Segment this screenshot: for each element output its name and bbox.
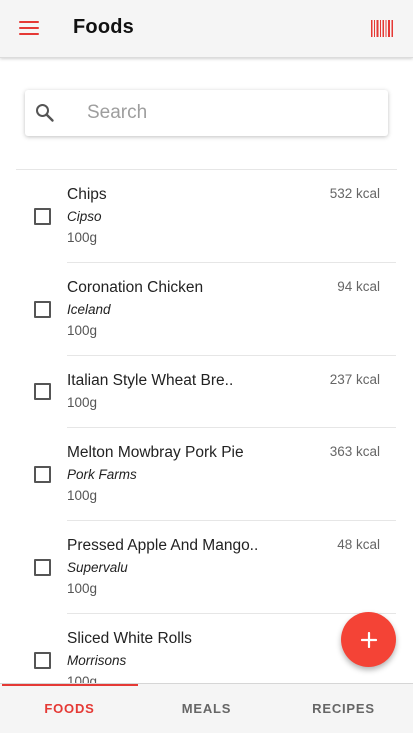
item-quantity: 100g bbox=[67, 395, 98, 410]
item-checkbox[interactable] bbox=[34, 652, 51, 669]
item-name: Melton Mowbray Pork Pie bbox=[67, 444, 244, 461]
item-calories: 237 kcal bbox=[329, 372, 380, 387]
app-bar: Foods bbox=[0, 0, 413, 58]
list-item[interactable]: Pressed Apple And Mango.. Supervalu 100g… bbox=[0, 521, 413, 614]
item-checkbox[interactable] bbox=[34, 208, 51, 225]
tab-recipes[interactable]: RECIPES bbox=[275, 684, 412, 733]
item-calories: 94 kcal bbox=[337, 279, 380, 294]
item-quantity: 100g bbox=[67, 230, 98, 245]
menu-icon[interactable] bbox=[19, 21, 39, 36]
list-item[interactable]: Italian Style Wheat Bre.. 100g 237 kcal bbox=[0, 356, 413, 428]
item-checkbox[interactable] bbox=[34, 466, 51, 483]
food-list: Chips Cipso 100g 532 kcal Coronation Chi… bbox=[0, 170, 413, 683]
item-quantity: 100g bbox=[67, 488, 98, 503]
item-checkbox[interactable] bbox=[34, 301, 51, 318]
item-brand: Iceland bbox=[67, 302, 111, 317]
item-name: Italian Style Wheat Bre.. bbox=[67, 372, 234, 389]
item-name: Coronation Chicken bbox=[67, 279, 204, 296]
item-brand: Morrisons bbox=[67, 653, 127, 668]
item-quantity: 100g bbox=[67, 323, 98, 338]
item-checkbox[interactable] bbox=[34, 383, 51, 400]
item-checkbox[interactable] bbox=[34, 559, 51, 576]
list-item[interactable]: Melton Mowbray Pork Pie Pork Farms 100g … bbox=[0, 428, 413, 521]
item-quantity: 100g bbox=[67, 581, 98, 596]
page-title: Foods bbox=[73, 16, 134, 38]
list-item[interactable]: Chips Cipso 100g 532 kcal bbox=[0, 170, 413, 263]
item-brand: Pork Farms bbox=[67, 467, 137, 482]
item-name: Sliced White Rolls bbox=[67, 630, 192, 647]
item-brand: Cipso bbox=[67, 209, 102, 224]
list-item[interactable]: Coronation Chicken Iceland 100g 94 kcal bbox=[0, 263, 413, 356]
item-brand: Supervalu bbox=[67, 560, 128, 575]
plus-icon bbox=[360, 631, 377, 648]
item-name: Chips bbox=[67, 186, 107, 203]
item-quantity: 100g bbox=[67, 674, 98, 683]
item-calories: 532 kcal bbox=[329, 186, 380, 201]
search-bar bbox=[25, 90, 388, 136]
item-calories: 48 kcal bbox=[337, 537, 380, 552]
search-icon bbox=[36, 104, 54, 122]
bottom-navigation: FOODS MEALS RECIPES bbox=[0, 683, 413, 733]
item-calories: 363 kcal bbox=[329, 444, 380, 459]
tab-meals[interactable]: MEALS bbox=[138, 684, 275, 733]
barcode-scan-icon[interactable] bbox=[371, 20, 393, 37]
search-input[interactable] bbox=[87, 98, 377, 128]
tab-foods[interactable]: FOODS bbox=[1, 684, 138, 733]
item-name: Pressed Apple And Mango.. bbox=[67, 537, 259, 554]
add-food-button[interactable] bbox=[341, 612, 396, 667]
